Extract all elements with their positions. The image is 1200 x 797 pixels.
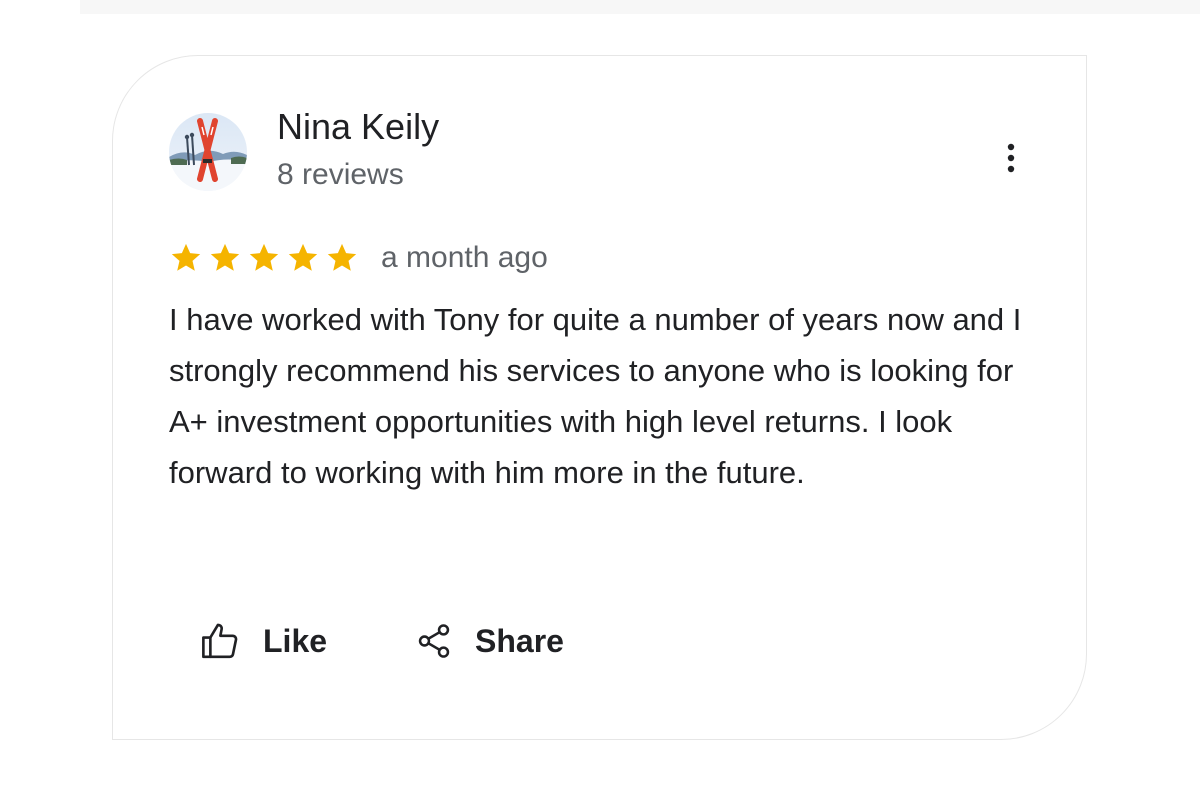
- like-button[interactable]: Like: [199, 616, 327, 666]
- review-text: I have worked with Tony for quite a numb…: [169, 302, 1022, 490]
- share-icon: [418, 624, 450, 658]
- rating-row: a month ago: [169, 238, 548, 278]
- top-divider-strip: [80, 0, 1200, 14]
- more-options-button[interactable]: [993, 138, 1029, 178]
- star-filled-icon: [288, 243, 318, 271]
- star-filled-icon: [327, 243, 357, 271]
- review-card: Nina Keily 8 reviews a month ago I have …: [112, 55, 1087, 740]
- like-label: Like: [263, 622, 328, 659]
- reviewer-avatar[interactable]: [169, 113, 247, 191]
- thumbs-up-icon: [202, 623, 238, 659]
- more-vert-icon: [1007, 143, 1015, 173]
- skier-avatar-icon: [169, 113, 247, 191]
- reviewer-name[interactable]: Nina Keily: [277, 106, 439, 148]
- review-time: a month ago: [381, 241, 548, 274]
- share-label: Share: [475, 622, 564, 659]
- share-button[interactable]: Share: [415, 616, 564, 666]
- star-rating: [169, 241, 359, 275]
- star-filled-icon: [249, 243, 279, 271]
- star-filled-icon: [210, 243, 240, 271]
- star-filled-icon: [171, 243, 201, 271]
- reviewer-review-count: 8 reviews: [277, 158, 404, 191]
